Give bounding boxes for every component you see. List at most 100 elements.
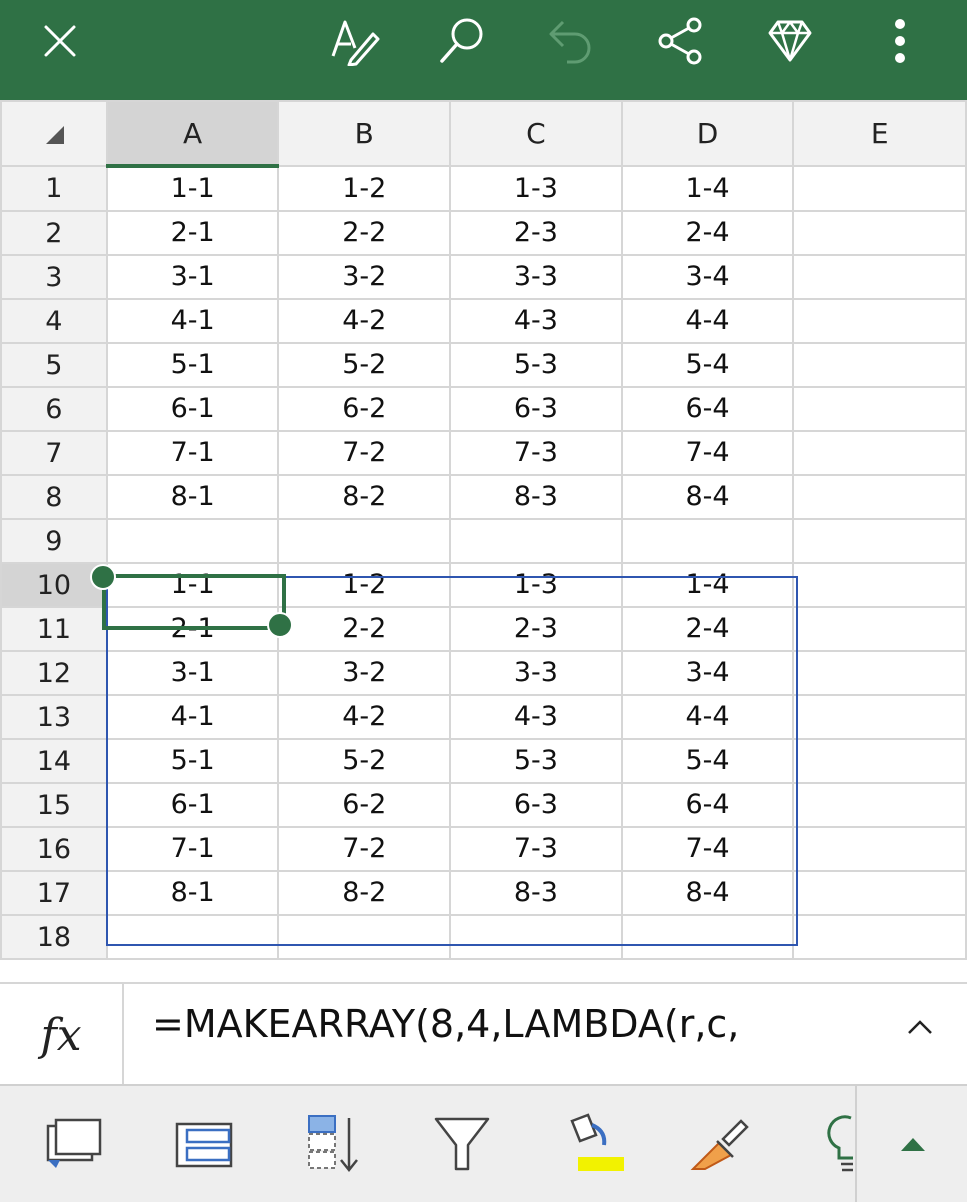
cell-c16[interactable]: 7-3 (449, 826, 623, 872)
cell-e1[interactable] (792, 165, 967, 212)
cell-c1[interactable]: 1-3 (449, 165, 623, 212)
cell-e15[interactable] (792, 782, 967, 828)
close-button[interactable] (20, 0, 100, 82)
cell-a7[interactable]: 7-1 (105, 430, 280, 476)
cell-a4[interactable]: 4-1 (105, 298, 280, 344)
row-header-7[interactable]: 7 (0, 430, 108, 476)
cell-b4[interactable]: 4-2 (277, 298, 452, 344)
cell-e6[interactable] (792, 386, 967, 432)
cell-d10[interactable]: 1-4 (620, 562, 795, 608)
cell-a9[interactable] (105, 518, 280, 564)
row-header-1[interactable]: 1 (0, 165, 108, 212)
row-header-2[interactable]: 2 (0, 210, 108, 256)
cell-e9[interactable] (792, 518, 967, 564)
row-header-12[interactable]: 12 (0, 650, 108, 696)
column-header-c[interactable]: C (449, 100, 623, 167)
cell-b6[interactable]: 6-2 (277, 386, 452, 432)
cell-e11[interactable] (792, 606, 967, 652)
row-header-4[interactable]: 4 (0, 298, 108, 344)
cell-d1[interactable]: 1-4 (620, 165, 795, 212)
row-header-6[interactable]: 6 (0, 386, 108, 432)
cell-c18[interactable] (449, 914, 623, 960)
cell-d4[interactable]: 4-4 (620, 298, 795, 344)
expand-formula-button[interactable] (895, 1002, 945, 1052)
sort-button[interactable] (285, 1086, 385, 1202)
cell-c7[interactable]: 7-3 (449, 430, 623, 476)
cell-a18[interactable] (105, 914, 280, 960)
row-header-17[interactable]: 17 (0, 870, 108, 916)
row-header-9[interactable]: 9 (0, 518, 108, 564)
cell-a17[interactable]: 8-1 (105, 870, 280, 916)
premium-button[interactable] (750, 0, 830, 82)
filter-button[interactable] (412, 1086, 512, 1202)
share-button[interactable] (640, 0, 720, 82)
row-header-11[interactable]: 11 (0, 606, 108, 652)
expand-ribbon-button[interactable] (863, 1086, 963, 1202)
row-header-16[interactable]: 16 (0, 826, 108, 872)
cell-b2[interactable]: 2-2 (277, 210, 452, 256)
cell-c9[interactable] (449, 518, 623, 564)
cell-e16[interactable] (792, 826, 967, 872)
cell-b9[interactable] (277, 518, 452, 564)
cell-d11[interactable]: 2-4 (620, 606, 795, 652)
cell-a1[interactable]: 1-1 (105, 165, 280, 212)
cell-e4[interactable] (792, 298, 967, 344)
cell-a6[interactable]: 6-1 (105, 386, 280, 432)
cell-d5[interactable]: 5-4 (620, 342, 795, 388)
cell-d12[interactable]: 3-4 (620, 650, 795, 696)
column-header-e[interactable]: E (792, 100, 967, 167)
cell-b13[interactable]: 4-2 (277, 694, 452, 740)
cell-e5[interactable] (792, 342, 967, 388)
cell-e3[interactable] (792, 254, 967, 300)
cell-b11[interactable]: 2-2 (277, 606, 452, 652)
cell-e2[interactable] (792, 210, 967, 256)
cell-b12[interactable]: 3-2 (277, 650, 452, 696)
cell-a15[interactable]: 6-1 (105, 782, 280, 828)
cell-b16[interactable]: 7-2 (277, 826, 452, 872)
cell-d13[interactable]: 4-4 (620, 694, 795, 740)
insert-function-button[interactable]: fx (0, 984, 124, 1086)
cell-d7[interactable]: 7-4 (620, 430, 795, 476)
fill-color-button[interactable] (541, 1086, 641, 1202)
cell-c17[interactable]: 8-3 (449, 870, 623, 916)
cell-d2[interactable]: 2-4 (620, 210, 795, 256)
column-header-a[interactable]: A (105, 100, 280, 168)
cell-a12[interactable]: 3-1 (105, 650, 280, 696)
cell-a16[interactable]: 7-1 (105, 826, 280, 872)
cell-d14[interactable]: 5-4 (620, 738, 795, 784)
cell-d8[interactable]: 8-4 (620, 474, 795, 520)
selection-start-handle[interactable] (90, 564, 116, 590)
row-header-5[interactable]: 5 (0, 342, 108, 388)
cell-e8[interactable] (792, 474, 967, 520)
cell-e18[interactable] (792, 914, 967, 960)
cell-a10[interactable]: 1-1 (105, 562, 280, 608)
selection-end-handle[interactable] (267, 612, 293, 638)
cell-c2[interactable]: 2-3 (449, 210, 623, 256)
cell-b14[interactable]: 5-2 (277, 738, 452, 784)
row-header-14[interactable]: 14 (0, 738, 108, 784)
cell-c3[interactable]: 3-3 (449, 254, 623, 300)
cell-a13[interactable]: 4-1 (105, 694, 280, 740)
search-button[interactable] (422, 0, 502, 82)
cell-e14[interactable] (792, 738, 967, 784)
cell-b17[interactable]: 8-2 (277, 870, 452, 916)
cell-b10[interactable]: 1-2 (277, 562, 452, 608)
cell-c11[interactable]: 2-3 (449, 606, 623, 652)
cell-c6[interactable]: 6-3 (449, 386, 623, 432)
row-header-13[interactable]: 13 (0, 694, 108, 740)
cell-a11[interactable]: 2-1 (105, 606, 280, 652)
cell-b8[interactable]: 8-2 (277, 474, 452, 520)
row-header-18[interactable]: 18 (0, 914, 108, 960)
format-painter-button[interactable] (670, 1086, 770, 1202)
cell-e12[interactable] (792, 650, 967, 696)
cell-c8[interactable]: 8-3 (449, 474, 623, 520)
merge-cells-button[interactable] (155, 1086, 255, 1202)
cell-d17[interactable]: 8-4 (620, 870, 795, 916)
cell-d15[interactable]: 6-4 (620, 782, 795, 828)
undo-button[interactable] (530, 0, 610, 82)
row-header-3[interactable]: 3 (0, 254, 108, 300)
cell-d6[interactable]: 6-4 (620, 386, 795, 432)
cell-d3[interactable]: 3-4 (620, 254, 795, 300)
row-header-15[interactable]: 15 (0, 782, 108, 828)
cell-b3[interactable]: 3-2 (277, 254, 452, 300)
